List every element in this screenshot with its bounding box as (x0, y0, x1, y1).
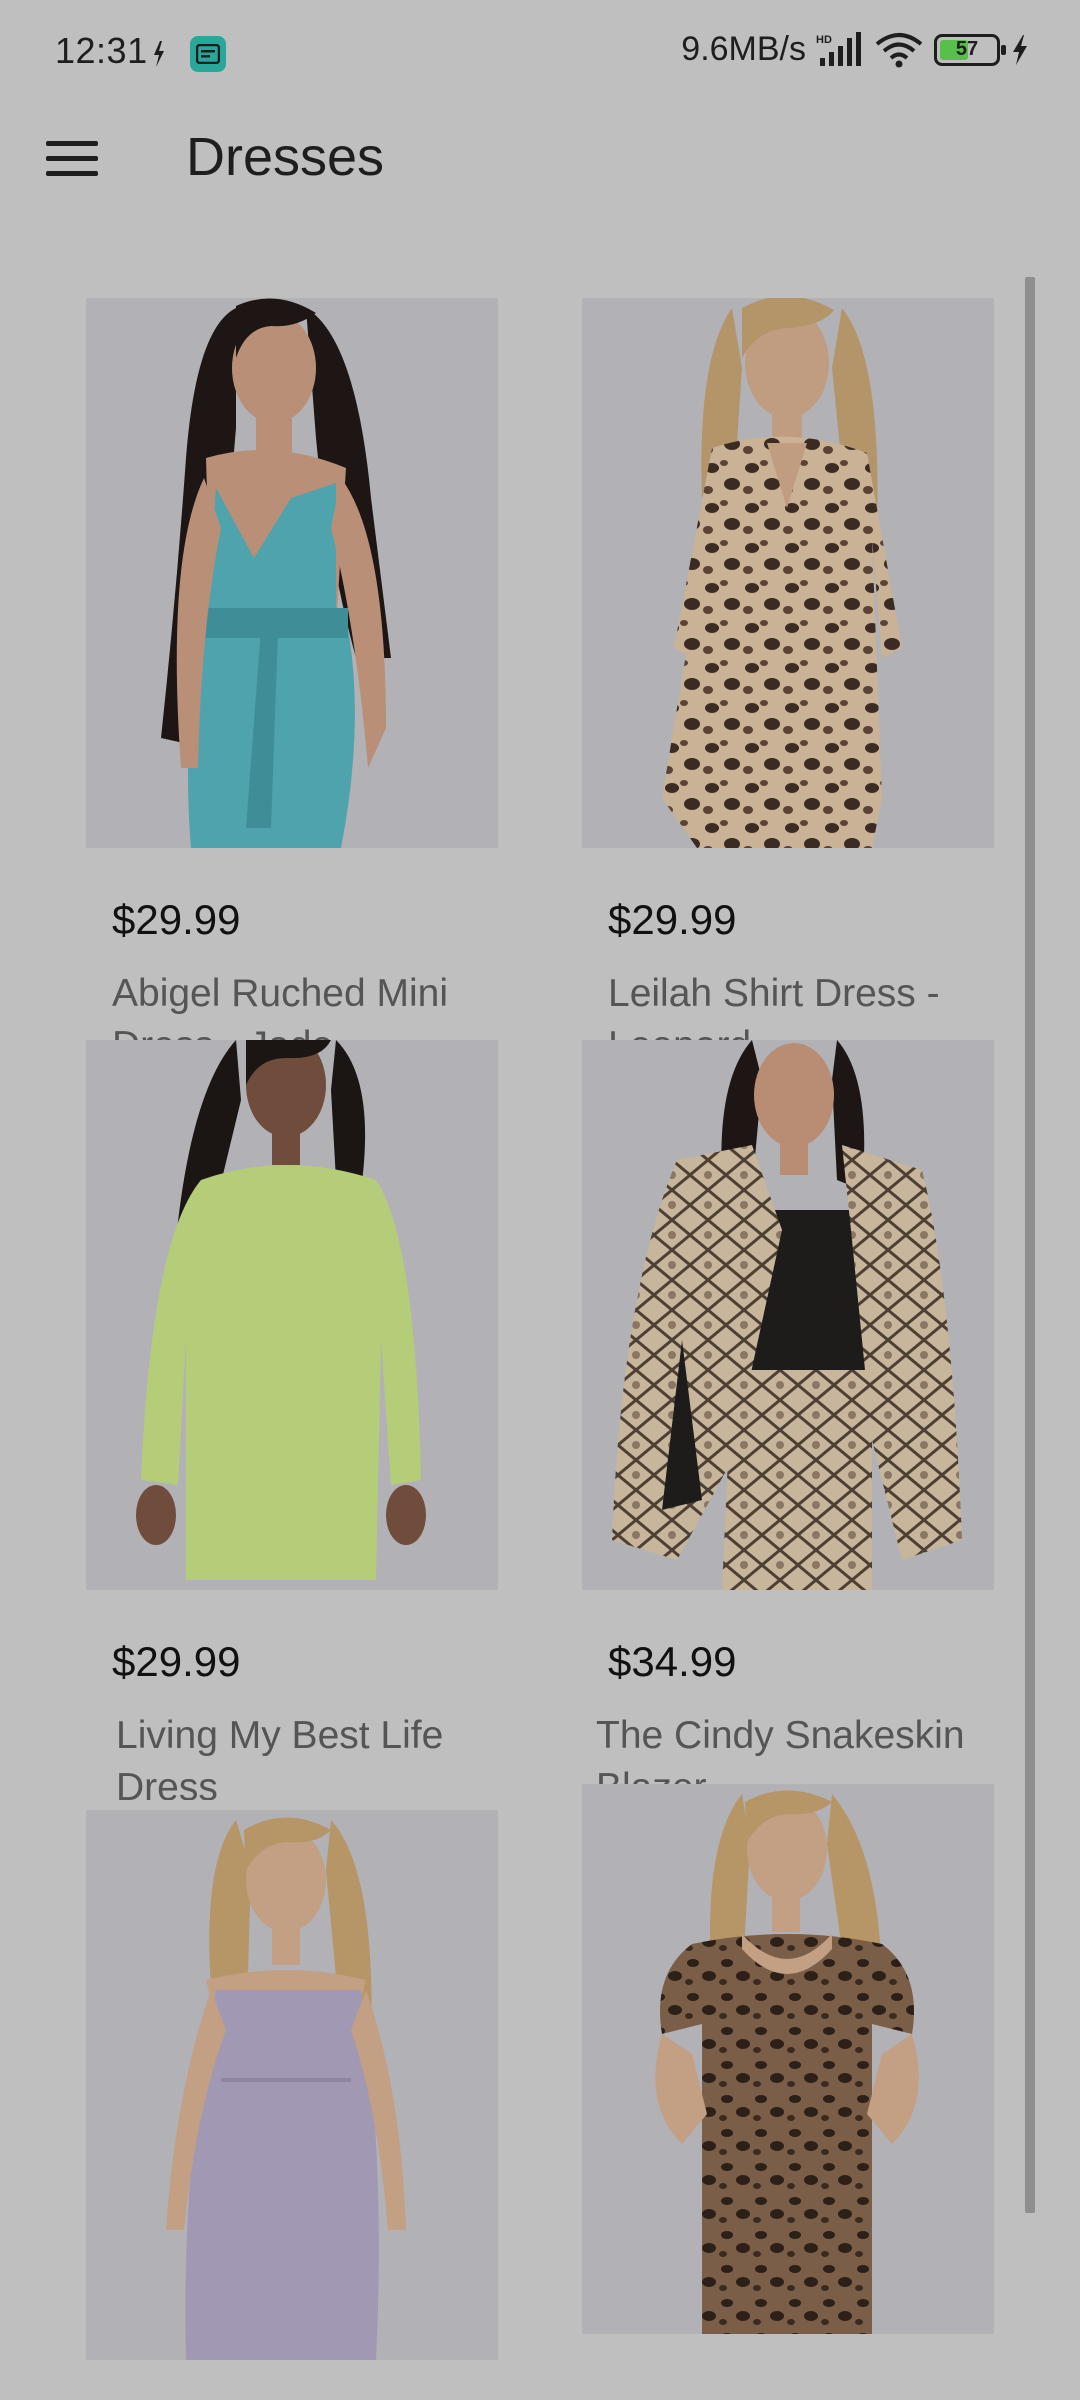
hd-signal-icon: HD (816, 31, 861, 66)
message-icon (190, 36, 226, 72)
scrollbar[interactable] (1025, 277, 1035, 2213)
product-name[interactable]: Living My Best Life Dress (116, 1710, 506, 1800)
status-time: 12:31 (55, 30, 148, 71)
product-image[interactable] (86, 1810, 498, 2360)
product-card[interactable]: $29.99 Abigel Ruched Mini Dress - Jade (86, 298, 498, 1058)
notification-app-icon (154, 41, 164, 67)
battery-level: 57 (955, 38, 979, 60)
product-image[interactable] (86, 1040, 498, 1590)
svg-text:HD: HD (816, 34, 832, 46)
product-price: $29.99 (112, 1638, 241, 1685)
app-bar: Dresses (0, 104, 1080, 214)
product-image[interactable] (582, 1040, 994, 1590)
status-notification-icons (148, 36, 226, 72)
status-bar: 12:31 9.6MB/s HD 57 (0, 0, 1080, 104)
product-price: $29.99 (112, 896, 241, 943)
product-card[interactable]: $34.99 The Cindy Snakeskin Blazer (582, 1040, 994, 1800)
product-card[interactable]: $29.99 Leilah Shirt Dress - Leopard (582, 298, 994, 1058)
battery-icon: 57 (934, 33, 1006, 66)
product-image[interactable] (582, 298, 994, 848)
wifi-icon (875, 32, 923, 67)
status-right-group: 9.6MB/s HD 57 (681, 30, 1030, 69)
product-card[interactable] (86, 1810, 498, 2360)
product-card[interactable]: $29.99 Living My Best Life Dress (86, 1040, 498, 1800)
product-card[interactable] (582, 1784, 994, 2334)
page-title: Dresses (186, 127, 385, 187)
hamburger-menu-icon[interactable] (42, 128, 102, 188)
charging-icon (1013, 34, 1027, 65)
product-image[interactable] (582, 1784, 994, 2334)
product-price: $29.99 (608, 896, 737, 943)
product-image[interactable] (86, 298, 498, 848)
product-price: $34.99 (608, 1638, 737, 1685)
network-speed: 9.6MB/s (681, 30, 806, 68)
product-grid[interactable]: $29.99 Abigel Ruched Mini Dress - Jade (0, 280, 1080, 2400)
